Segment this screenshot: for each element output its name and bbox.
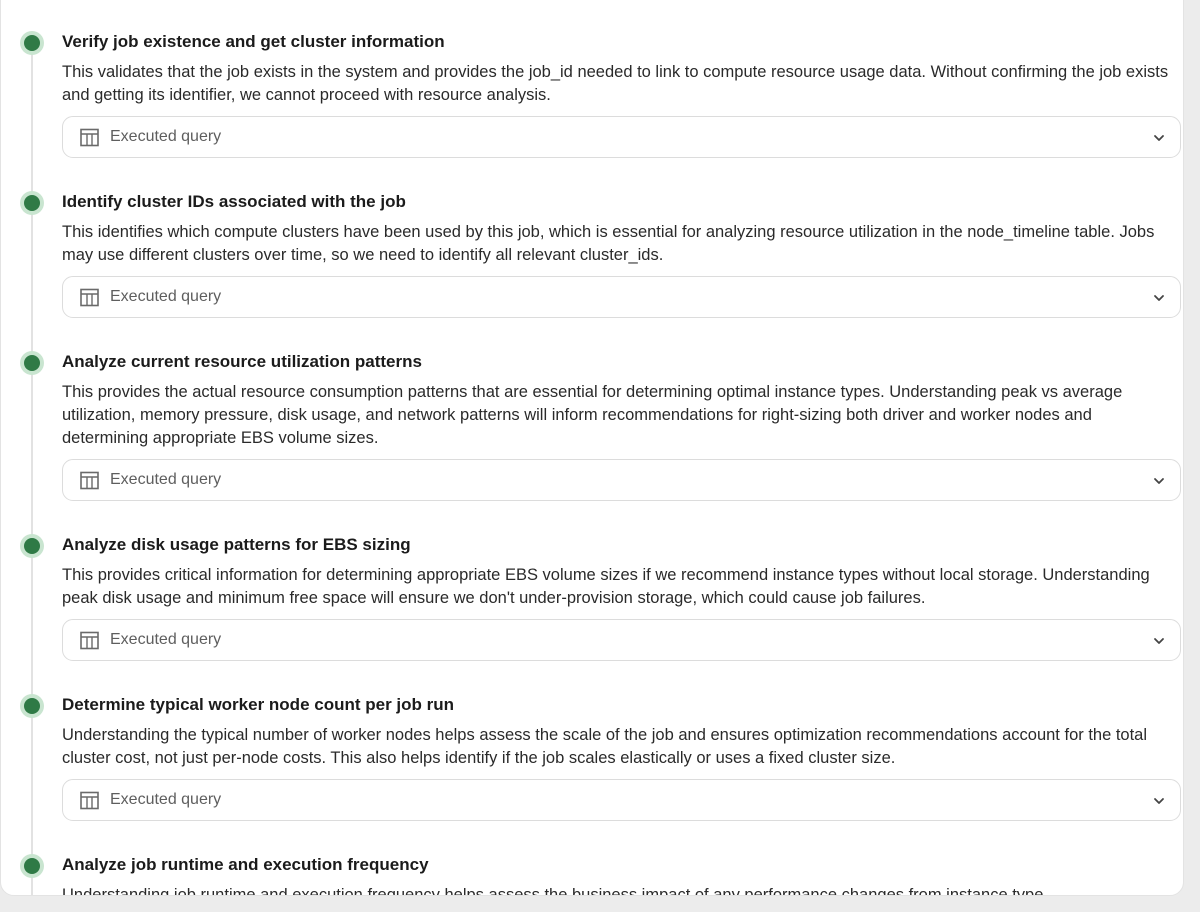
step-description: Understanding the typical number of work… [62, 726, 1148, 767]
step-description: This provides the actual resource consum… [62, 383, 1123, 447]
status-dot-icon [24, 195, 40, 211]
chevron-down-icon [1154, 295, 1164, 301]
step-description: This validates that the job exists in th… [62, 63, 1169, 104]
step-description: This identifies which compute clusters h… [62, 223, 1155, 264]
step-title: Verify job existence and get cluster inf… [62, 32, 445, 51]
status-dot-icon [24, 698, 40, 714]
query-label: Executed query [110, 471, 222, 488]
step-title: Analyze job runtime and execution freque… [62, 855, 429, 874]
table-icon [80, 471, 99, 490]
step-description: Understanding job runtime and execution … [62, 886, 1044, 896]
chevron-down-icon [1154, 638, 1164, 644]
table-icon [80, 791, 99, 810]
step-title: Determine typical worker node count per … [62, 695, 455, 714]
steps-panel: Verify job existence and get cluster inf… [0, 0, 1184, 896]
status-dot-icon [24, 858, 40, 874]
step-title: Analyze current resource utilization pat… [62, 352, 422, 371]
executed-query-toggle[interactable]: Executed query [62, 276, 1181, 318]
query-label: Executed query [110, 791, 222, 808]
query-label: Executed query [110, 288, 222, 305]
status-dot-icon [24, 538, 40, 554]
table-icon [80, 128, 99, 147]
executed-query-toggle[interactable]: Executed query [62, 619, 1181, 661]
query-label: Executed query [110, 631, 222, 648]
timeline-line [31, 41, 33, 895]
executed-query-toggle[interactable]: Executed query [62, 779, 1181, 821]
chevron-down-icon [1154, 798, 1164, 804]
table-icon [80, 288, 99, 307]
executed-query-toggle[interactable]: Executed query [62, 459, 1181, 501]
step-title: Identify cluster IDs associated with the… [62, 192, 406, 211]
chevron-down-icon [1154, 135, 1164, 141]
executed-query-toggle[interactable]: Executed query [62, 116, 1181, 158]
status-dot-icon [24, 355, 40, 371]
chevron-down-icon [1154, 478, 1164, 484]
step-description: This provides critical information for d… [62, 566, 1150, 607]
query-label: Executed query [110, 128, 222, 145]
step-title: Analyze disk usage patterns for EBS sizi… [62, 535, 411, 554]
table-icon [80, 631, 99, 650]
status-dot-icon [24, 35, 40, 51]
